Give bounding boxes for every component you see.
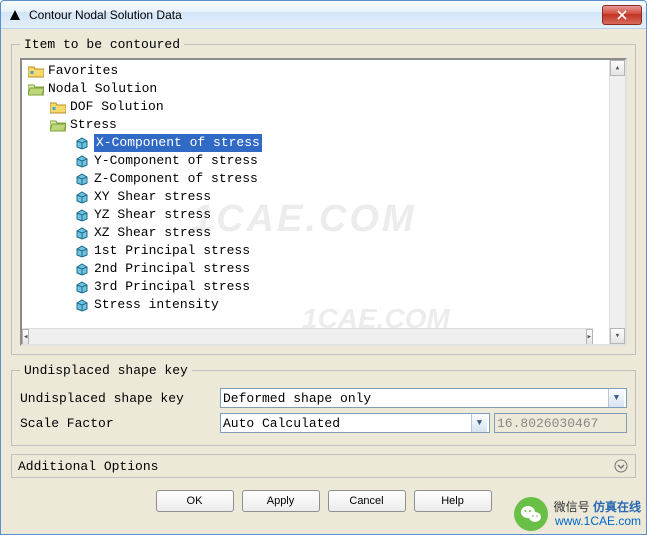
tree-item-3rd-principal[interactable]: 3rd Principal stress (26, 278, 609, 296)
tree-label: XY Shear stress (94, 188, 211, 206)
tree-item-yz-shear[interactable]: YZ Shear stress (26, 206, 609, 224)
close-icon (617, 10, 627, 20)
tree-item-2nd-principal[interactable]: 2nd Principal stress (26, 260, 609, 278)
tree-label: Y-Component of stress (94, 152, 258, 170)
cube-icon (74, 208, 90, 222)
tree-item-stress-intensity[interactable]: Stress intensity (26, 296, 609, 314)
tree-container: 1CAE.COM 1CAE.COM Favorites Nodal Soluti… (20, 58, 627, 346)
select-value: Auto Calculated (223, 416, 340, 431)
tree-label: 3rd Principal stress (94, 278, 250, 296)
tree-label: Z-Component of stress (94, 170, 258, 188)
select-value: Deformed shape only (223, 391, 371, 406)
cube-icon (74, 280, 90, 294)
tree-label: 2nd Principal stress (94, 260, 250, 278)
cube-icon (74, 226, 90, 240)
scale-row: Scale Factor Auto Calculated ▼ 16.802603… (20, 412, 627, 434)
close-button[interactable] (602, 5, 642, 25)
chevron-down-icon: ▼ (608, 389, 624, 407)
undisplaced-select[interactable]: Deformed shape only ▼ (220, 388, 627, 408)
help-button[interactable]: Help (414, 490, 492, 512)
folder-open-icon (28, 82, 44, 96)
item-groupbox: Item to be contoured 1CAE.COM 1CAE.COM F… (11, 37, 636, 355)
scale-value-text: 16.8026030467 (497, 416, 598, 431)
cube-icon (74, 262, 90, 276)
undisplaced-groupbox-legend: Undisplaced shape key (20, 363, 192, 378)
undisplaced-groupbox: Undisplaced shape key Undisplaced shape … (11, 363, 636, 446)
overlay-url: www.1CAE.com (554, 514, 641, 528)
tree-label: Favorites (48, 62, 118, 80)
additional-options-label: Additional Options (18, 459, 158, 474)
additional-options-bar[interactable]: Additional Options (11, 454, 636, 478)
scale-label: Scale Factor (20, 416, 220, 431)
scroll-up-button[interactable]: ▴ (610, 60, 625, 76)
folder-icon (50, 100, 66, 114)
button-label: OK (187, 495, 203, 507)
tree-node-favorites[interactable]: Favorites (26, 62, 609, 80)
undisplaced-row: Undisplaced shape key Deformed shape onl… (20, 387, 627, 409)
cube-icon (74, 298, 90, 312)
horizontal-scrollbar[interactable]: ◂ ▸ (22, 328, 593, 344)
tree-item-1st-principal[interactable]: 1st Principal stress (26, 242, 609, 260)
folder-open-icon (50, 118, 66, 132)
tree-label: Stress (70, 116, 117, 134)
tree-node-nodal-solution[interactable]: Nodal Solution (26, 80, 609, 98)
ok-button[interactable]: OK (156, 490, 234, 512)
tree-label: X-Component of stress (94, 134, 262, 152)
titlebar[interactable]: Contour Nodal Solution Data (1, 1, 646, 29)
cube-icon (74, 136, 90, 150)
tree-item-y-component[interactable]: Y-Component of stress (26, 152, 609, 170)
chevron-down-icon: ▼ (471, 414, 487, 432)
cube-icon (74, 154, 90, 168)
item-groupbox-legend: Item to be contoured (20, 37, 184, 52)
tree-label: YZ Shear stress (94, 206, 211, 224)
tree-node-dof-solution[interactable]: DOF Solution (26, 98, 609, 116)
cube-icon (74, 190, 90, 204)
tree-label: Stress intensity (94, 296, 219, 314)
tree-item-xy-shear[interactable]: XY Shear stress (26, 188, 609, 206)
scale-value-field: 16.8026030467 (494, 413, 627, 433)
button-label: Help (441, 495, 464, 507)
tree-label: Nodal Solution (48, 80, 157, 98)
cube-icon (74, 172, 90, 186)
scroll-down-button[interactable]: ▾ (610, 328, 625, 344)
scale-select[interactable]: Auto Calculated ▼ (220, 413, 490, 433)
folder-icon (28, 64, 44, 78)
cube-icon (74, 244, 90, 258)
expand-icon (613, 458, 629, 474)
tree-node-stress[interactable]: Stress (26, 116, 609, 134)
apply-button[interactable]: Apply (242, 490, 320, 512)
overlay-text: 微信号 仿真在线 www.1CAE.com (554, 500, 641, 528)
overlay-brand: 仿真在线 (593, 500, 641, 514)
tree-label: XZ Shear stress (94, 224, 211, 242)
tree-item-z-component[interactable]: Z-Component of stress (26, 170, 609, 188)
overlay-wechat-label: 微信号 (554, 500, 590, 514)
tree-view[interactable]: 1CAE.COM 1CAE.COM Favorites Nodal Soluti… (22, 60, 609, 344)
dialog-window: Contour Nodal Solution Data Item to be c… (0, 0, 647, 535)
button-label: Cancel (349, 495, 383, 507)
title-text: Contour Nodal Solution Data (29, 8, 602, 22)
button-label: Apply (267, 495, 295, 507)
vertical-scrollbar[interactable]: ▴ ▾ (609, 60, 625, 344)
wechat-icon (514, 497, 548, 531)
undisplaced-label: Undisplaced shape key (20, 391, 220, 406)
dialog-body: Item to be contoured 1CAE.COM 1CAE.COM F… (1, 29, 646, 534)
scroll-left-button[interactable]: ◂ (22, 329, 29, 344)
tree-item-xz-shear[interactable]: XZ Shear stress (26, 224, 609, 242)
cancel-button[interactable]: Cancel (328, 490, 406, 512)
scroll-right-button[interactable]: ▸ (586, 329, 593, 344)
tree-label: DOF Solution (70, 98, 164, 116)
tree-label: 1st Principal stress (94, 242, 250, 260)
app-icon (7, 7, 23, 23)
watermark-overlay: 微信号 仿真在线 www.1CAE.com (514, 497, 641, 531)
tree-item-x-component[interactable]: X-Component of stress (26, 134, 609, 152)
